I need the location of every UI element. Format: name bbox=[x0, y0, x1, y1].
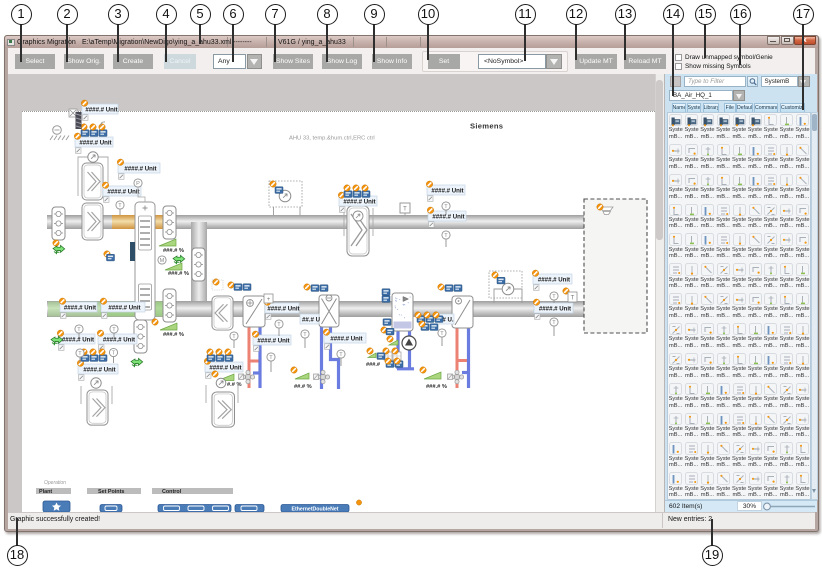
svg-text:####.# Unit: ####.# Unit bbox=[538, 276, 570, 283]
svg-text:####.# Unit: ####.# Unit bbox=[330, 335, 362, 342]
svg-text:EthernetDoubleNet: EthernetDoubleNet bbox=[292, 507, 339, 513]
svg-text:Plant: Plant bbox=[39, 489, 52, 495]
svg-text:####.# Unit: ####.# Unit bbox=[103, 336, 135, 343]
svg-text:#.# %: #.# % bbox=[227, 382, 242, 388]
svg-text:T: T bbox=[444, 233, 448, 239]
svg-text:AHU 33, temp.&hum.ctrl,ERC ctr: AHU 33, temp.&hum.ctrl,ERC ctrl bbox=[289, 136, 375, 142]
svg-text:T: T bbox=[339, 352, 343, 358]
svg-text:T: T bbox=[552, 320, 556, 326]
svg-text:####.# Unit: ####.# Unit bbox=[64, 304, 96, 311]
svg-text:T: T bbox=[440, 331, 444, 337]
svg-text:T: T bbox=[112, 327, 116, 333]
svg-text:####.# Unit: ####.# Unit bbox=[62, 336, 94, 343]
svg-text:####.# Unit: ####.# Unit bbox=[431, 187, 463, 194]
svg-text:T: T bbox=[78, 351, 82, 357]
svg-text:###.# %: ###.# % bbox=[426, 384, 447, 390]
svg-text:####.# Unit: ####.# Unit bbox=[79, 139, 111, 146]
svg-text:Set Points: Set Points bbox=[98, 489, 124, 495]
svg-text:T: T bbox=[118, 203, 122, 209]
svg-text:###.# %: ###.# % bbox=[168, 271, 189, 277]
svg-text:T: T bbox=[571, 296, 575, 302]
svg-text:####.# Unit: ####.# Unit bbox=[108, 304, 140, 311]
svg-text:T: T bbox=[112, 351, 116, 357]
svg-text:Siemens: Siemens bbox=[470, 122, 503, 131]
svg-text:####.# Unit: ####.# Unit bbox=[267, 305, 299, 312]
svg-text:####.# Unit: ####.# Unit bbox=[209, 364, 241, 371]
svg-text:T: T bbox=[77, 327, 81, 333]
svg-text:M: M bbox=[160, 258, 165, 264]
svg-text:####.# Unit: ####.# Unit bbox=[124, 165, 156, 172]
svg-text:####.# Unit: ####.# Unit bbox=[432, 213, 464, 220]
svg-text:####.# Unit: ####.# Unit bbox=[257, 337, 289, 344]
svg-text:###.#: ###.# bbox=[366, 362, 381, 368]
svg-text:T: T bbox=[269, 355, 273, 361]
svg-text:##.# %: ##.# % bbox=[294, 384, 312, 390]
svg-text:####.# Unit: ####.# Unit bbox=[343, 198, 375, 205]
svg-text:###.# %: ###.# % bbox=[163, 332, 184, 338]
svg-text:T: T bbox=[232, 334, 236, 340]
svg-text:+: + bbox=[267, 297, 271, 303]
svg-text:###.# %: ###.# % bbox=[163, 248, 184, 254]
svg-text:####.# Unit: ####.# Unit bbox=[107, 188, 139, 195]
svg-text:T: T bbox=[403, 207, 407, 213]
svg-text:Operation: Operation bbox=[44, 480, 66, 486]
svg-text:T: T bbox=[277, 322, 281, 328]
svg-text:# U.: # U. bbox=[442, 316, 453, 323]
svg-text:##.# U: ##.# U bbox=[302, 316, 321, 323]
svg-text:####.# Unit: ####.# Unit bbox=[85, 106, 117, 113]
svg-text:T: T bbox=[552, 294, 556, 300]
svg-text:P: P bbox=[136, 181, 140, 187]
svg-text:T: T bbox=[303, 332, 307, 338]
svg-text:T: T bbox=[444, 204, 448, 210]
svg-text:####.# Unit: ####.# Unit bbox=[83, 366, 115, 373]
svg-text:Control: Control bbox=[162, 489, 182, 495]
svg-text:####.# Unit: ####.# Unit bbox=[539, 305, 571, 312]
